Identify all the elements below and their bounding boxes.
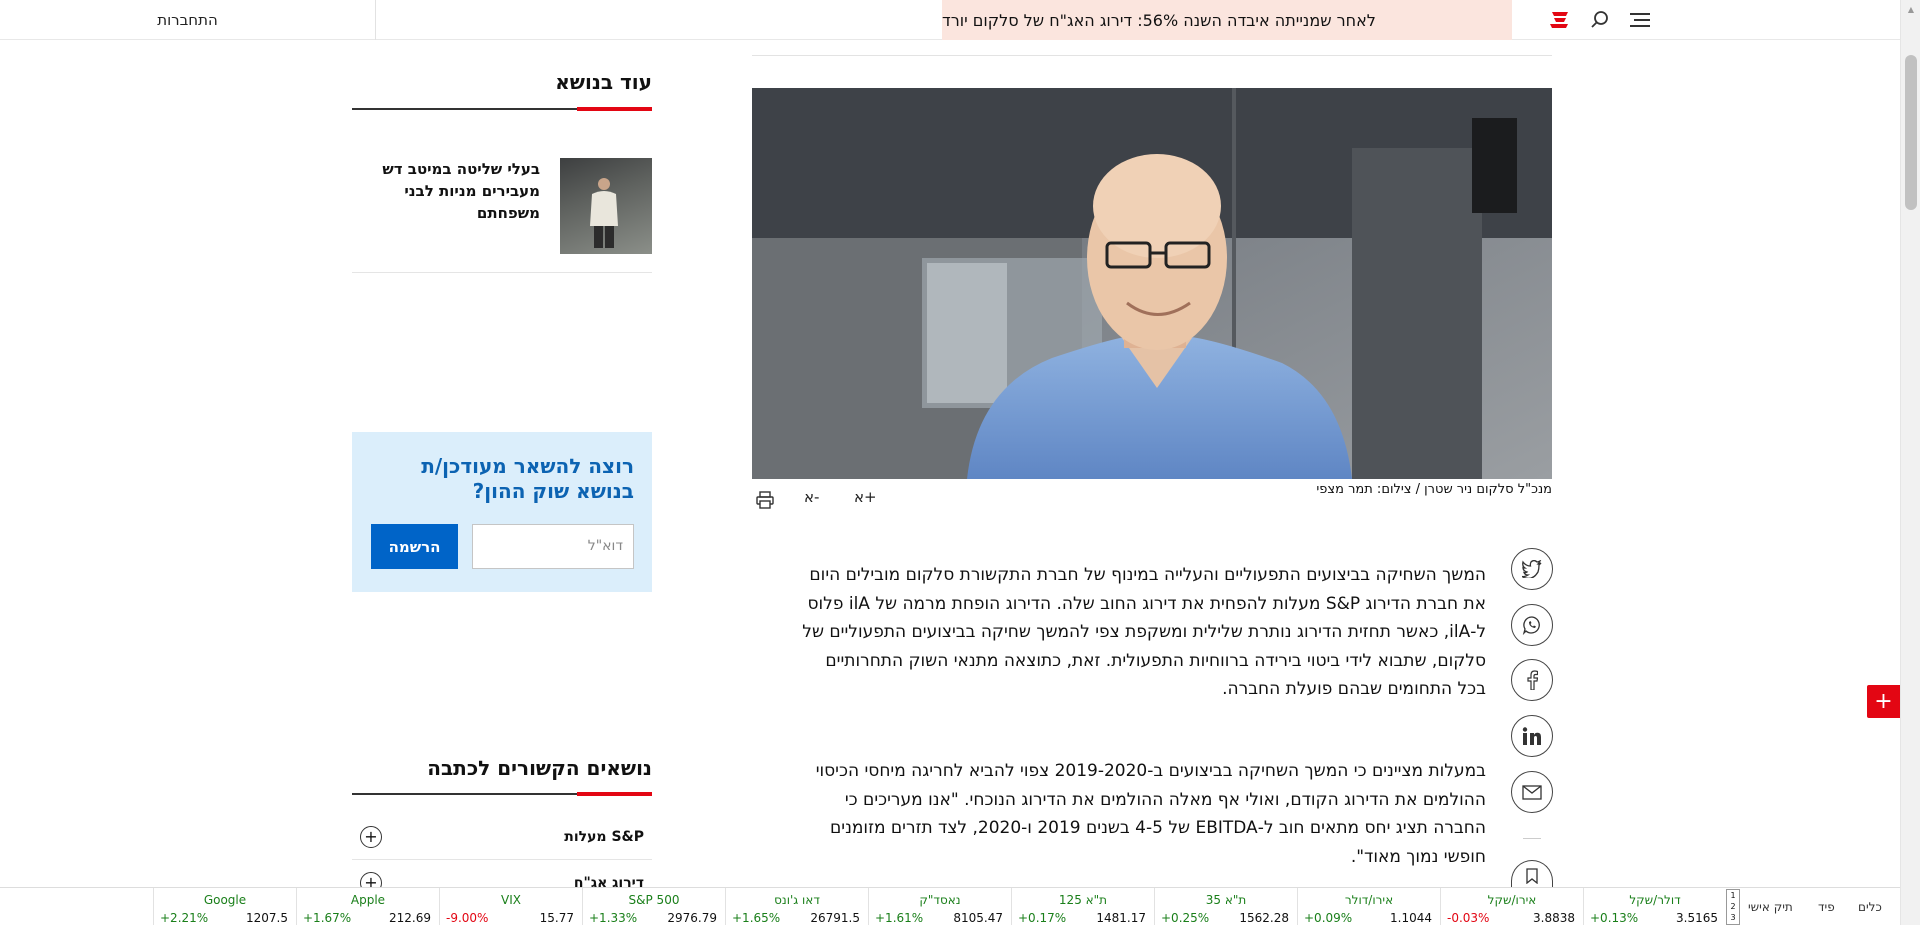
ticker-change: +0.25% (1161, 911, 1210, 925)
ticker-name: Apple (350, 893, 386, 907)
twitter-share-button[interactable] (1511, 548, 1553, 590)
font-decrease-button[interactable]: א- (804, 488, 819, 506)
twitter-icon (1522, 560, 1542, 578)
ticker-change: +0.13% (1590, 911, 1639, 925)
article-paragraph: המשך השחיקה בביצועים התפעוליים והעלייה ב… (802, 565, 1486, 699)
ticker-name: S&P 500 (628, 893, 680, 907)
ticker-name: ת"א 35 (1205, 893, 1247, 907)
ticker-name: נאסד"ק (919, 893, 961, 907)
email-icon (1522, 784, 1542, 800)
related-topics-title: נושאים הקשורים לכתבה (427, 756, 652, 780)
newsletter-signup: רוצה להשאר מעודכן/ת בנושא שוק ההון? דוא"… (352, 432, 652, 592)
topic-item[interactable]: S&P מעלות + (352, 816, 652, 860)
ticker-name: דאו ג'ונס (774, 893, 820, 907)
newsletter-title: רוצה להשאר מעודכן/ת בנושא שוק ההון? (421, 454, 634, 503)
bookmark-button[interactable] (1511, 860, 1553, 890)
facebook-icon (1527, 670, 1538, 690)
print-icon[interactable] (756, 491, 774, 509)
related-article-card[interactable]: בעלי שליטה במיטב דש מעבירים מניות לבני מ… (352, 158, 652, 273)
ticker-change: +2.21% (160, 911, 209, 925)
ticker-change: -0.03% (1447, 911, 1490, 925)
whatsapp-share-button[interactable] (1511, 604, 1553, 646)
ticker-value: 2976.79 (667, 911, 717, 925)
ticker-name: אירו/דולר (1344, 893, 1394, 907)
ticker-item[interactable]: S&P 500 +1.33% 2976.79 (582, 888, 725, 925)
subscribe-button[interactable]: הרשמה (371, 524, 458, 569)
page-scrollbar[interactable]: ▲ (1900, 0, 1920, 925)
pager-page[interactable]: 1 (1727, 890, 1739, 901)
font-increase-button[interactable]: א+ (854, 488, 877, 506)
more-on-topic-title: עוד בנושא (555, 70, 652, 94)
article-hero-image[interactable] (752, 88, 1552, 479)
ticker-value: 8105.47 (953, 911, 1003, 925)
ticker-value: 1562.28 (1239, 911, 1289, 925)
ticker-change: +0.09% (1304, 911, 1353, 925)
ticker-change: -9.00% (446, 911, 489, 925)
ticker-name: VIX (501, 893, 521, 907)
tab-personal-portfolio[interactable]: תיק אישי (1748, 900, 1793, 914)
ticker-value: 15.77 (539, 911, 574, 925)
ticker-value: 212.69 (389, 911, 431, 925)
ticker-value: 1.1044 (1390, 911, 1432, 925)
ticker-item[interactable]: VIX -9.00% 15.77 (439, 888, 582, 925)
ticker-item[interactable]: נאסד"ק +1.61% 8105.47 (868, 888, 1011, 925)
ticker-name: Google (203, 893, 247, 907)
scrollbar-thumb[interactable] (1905, 55, 1917, 210)
ticker-item[interactable]: דולר/שקל +0.13% 3.5165 (1583, 888, 1726, 925)
facebook-share-button[interactable] (1511, 659, 1553, 701)
search-icon[interactable] (1590, 10, 1610, 30)
ticker-name: אירו/שקל (1487, 893, 1537, 907)
ticker-change: +1.33% (589, 911, 638, 925)
tab-feed[interactable]: פיד (1818, 900, 1835, 914)
login-link[interactable]: התחברות (0, 0, 376, 40)
email-share-button[interactable] (1511, 771, 1553, 813)
topic-label: S&P מעלות (564, 829, 644, 845)
related-article-image[interactable] (560, 158, 652, 254)
ticker-item[interactable]: דאו ג'ונס +1.65% 26791.5 (725, 888, 868, 925)
linkedin-share-button[interactable] (1511, 715, 1553, 757)
ticker-value: 26791.5 (810, 911, 860, 925)
site-header: התחברות לאחר שמנייתה איבדה השנה 56%: דיר… (0, 0, 1900, 40)
floating-add-button[interactable]: + (1867, 685, 1900, 718)
ticker-value: 3.8838 (1533, 911, 1575, 925)
share-separator (1523, 838, 1541, 839)
related-article-title[interactable]: בעלי שליטה במיטב דש מעבירים מניות לבני מ… (370, 158, 540, 224)
ticker-value: 1207.5 (246, 911, 288, 925)
ticker-value: 1481.17 (1096, 911, 1146, 925)
hamburger-menu-icon[interactable] (1630, 12, 1650, 28)
bookmark-icon (1526, 867, 1538, 884)
ticker-pager[interactable]: 1 2 3 (1726, 889, 1740, 925)
article-tools: א- א+ (752, 488, 882, 512)
ticker-item[interactable]: ת"א 35 +0.25% 1562.28 (1154, 888, 1297, 925)
article-divider (752, 55, 1552, 56)
linkedin-icon (1522, 727, 1541, 745)
ticker-change: +1.61% (875, 911, 924, 925)
pager-page[interactable]: 3 (1727, 912, 1739, 923)
section-divider (352, 107, 652, 111)
ticker-value: 3.5165 (1676, 911, 1718, 925)
whatsapp-icon (1522, 616, 1540, 635)
ticker-name: ת"א 125 (1058, 893, 1108, 907)
email-field[interactable]: דוא"ל (472, 524, 634, 569)
pager-page[interactable]: 2 (1727, 901, 1739, 912)
section-divider (352, 792, 652, 796)
ticker-name: דולר/שקל (1629, 893, 1681, 907)
market-ticker: דולר/שקל +0.13% 3.5165 אירו/שקל -0.03% 3.8838… (0, 887, 1900, 925)
scroll-up-arrow-icon[interactable]: ▲ (1901, 0, 1920, 18)
follow-topic-plus-icon[interactable]: + (360, 826, 382, 848)
ticker-change: +1.67% (303, 911, 352, 925)
article-paragraph: במעלות מציינים כי המשך השחיקה בביצועים ב… (815, 761, 1486, 867)
sticky-headline[interactable]: לאחר שמנייתה איבדה השנה 56%: דירוג האג"ח… (942, 0, 1512, 40)
ticker-item[interactable]: Google +2.21% 1207.5 (153, 888, 296, 925)
ticker-tabs: תיק אישי פיד כלים (1740, 888, 1900, 925)
tab-tools[interactable]: כלים (1858, 900, 1882, 914)
globes-logo-icon[interactable] (1548, 10, 1570, 30)
ticker-change: +1.65% (732, 911, 781, 925)
ticker-item[interactable]: אירו/שקל -0.03% 3.8838 (1440, 888, 1583, 925)
ticker-item[interactable]: ת"א 125 +0.17% 1481.17 (1011, 888, 1154, 925)
ticker-item[interactable]: אירו/דולר +0.09% 1.1044 (1297, 888, 1440, 925)
ticker-change: +0.17% (1018, 911, 1067, 925)
ticker-item[interactable]: Apple +1.67% 212.69 (296, 888, 439, 925)
image-caption: מנכ"ל סלקום ניר שטרן / צילום: תמר מצפי (1316, 482, 1552, 497)
